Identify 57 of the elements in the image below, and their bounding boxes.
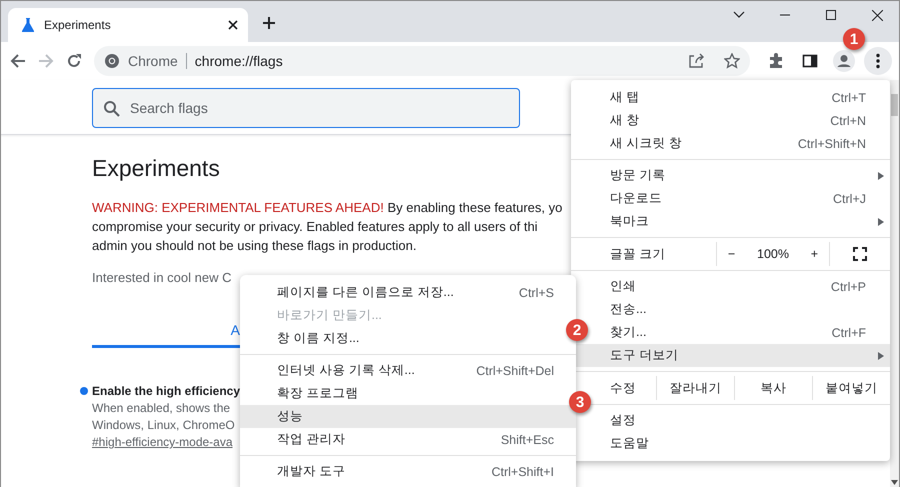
minimize-icon[interactable] [780, 14, 790, 16]
menu-item[interactable]: 북마크 [571, 210, 890, 233]
flag-description: Windows, Linux, ChromeO [92, 418, 235, 432]
menu-item[interactable]: 방문 기록 [571, 164, 890, 187]
menu-item[interactable]: 다운로드 Ctrl+J [571, 187, 890, 210]
browser-tab[interactable]: Experiments [8, 8, 248, 42]
menu-icon [876, 53, 880, 69]
close-icon[interactable] [872, 10, 882, 20]
flask-icon [22, 18, 34, 32]
scrollbar-thumb[interactable] [891, 94, 898, 116]
menu-item[interactable]: 새 창 Ctrl+N [571, 109, 890, 132]
menu-item[interactable]: 새 시크릿 창 Ctrl+Shift+N [571, 132, 890, 155]
flag-description: When enabled, shows the [92, 401, 230, 415]
modified-dot [80, 387, 88, 395]
zoom-in-button[interactable]: + [810, 247, 818, 261]
maximize-icon[interactable] [826, 10, 836, 20]
chevron-down-icon[interactable] [733, 11, 745, 19]
search-icon [103, 100, 120, 116]
zoom-out-button[interactable]: − [728, 247, 736, 261]
menu-label: 글꼴 크기 [610, 246, 666, 262]
reload-icon[interactable] [66, 53, 82, 69]
puzzle-icon[interactable] [768, 53, 784, 69]
fullscreen-icon[interactable] [853, 247, 867, 261]
star-icon[interactable] [724, 53, 740, 69]
warning-text: By enabling these features, yo [387, 200, 562, 215]
search-field[interactable]: Search flags [128, 99, 509, 117]
address-bar[interactable]: Chrome chrome://flags [94, 46, 750, 76]
back-icon[interactable] [10, 53, 26, 69]
edit-action-button[interactable]: 잘라내기 [656, 376, 734, 400]
flag-title: Enable the high efficiency [92, 384, 240, 398]
zoom-level: 100% [757, 247, 789, 261]
edit-action-button[interactable]: 복사 [734, 376, 812, 400]
page-heading: Experiments [92, 155, 220, 182]
menu-button[interactable] [864, 47, 892, 75]
flag-link[interactable]: #high-efficiency-mode-ava [92, 435, 233, 449]
submenu-arrow-icon [878, 218, 884, 226]
submenu-arrow-icon [878, 352, 884, 360]
chrome-icon [104, 53, 120, 69]
scrollbar-track[interactable] [890, 80, 899, 487]
edit-action-button[interactable]: 붙여넣기 [812, 376, 890, 400]
warning-label: WARNING: EXPERIMENTAL FEATURES AHEAD! [92, 200, 384, 215]
menu-item[interactable]: 새 탭 Ctrl+T [571, 86, 890, 109]
search-box[interactable]: Search flags [92, 88, 520, 128]
side-panel-icon[interactable] [802, 53, 818, 69]
warning-text: compromise your security or privacy. Enabled features apply to all users of thi [92, 218, 538, 236]
menu-item[interactable]: 성능 [240, 405, 576, 428]
warning-text: admin you should not be using these flags in production. [92, 237, 416, 255]
menu-item[interactable]: 개발자 도구 Ctrl+Shift+I [240, 460, 576, 483]
menu-item[interactable]: 작업 관리자 Shift+Esc [240, 428, 576, 451]
share-icon[interactable] [688, 53, 704, 69]
menu-item[interactable]: 페이지를 다른 이름으로 저장... Ctrl+S [240, 281, 576, 304]
close-icon[interactable] [228, 20, 238, 30]
submenu-arrow-icon [878, 172, 884, 180]
profile-icon[interactable] [833, 50, 855, 72]
scroll-down-icon[interactable] [891, 480, 898, 485]
intro-text: Interested in cool new C [92, 270, 232, 285]
menu-label: 수정 [610, 380, 637, 396]
